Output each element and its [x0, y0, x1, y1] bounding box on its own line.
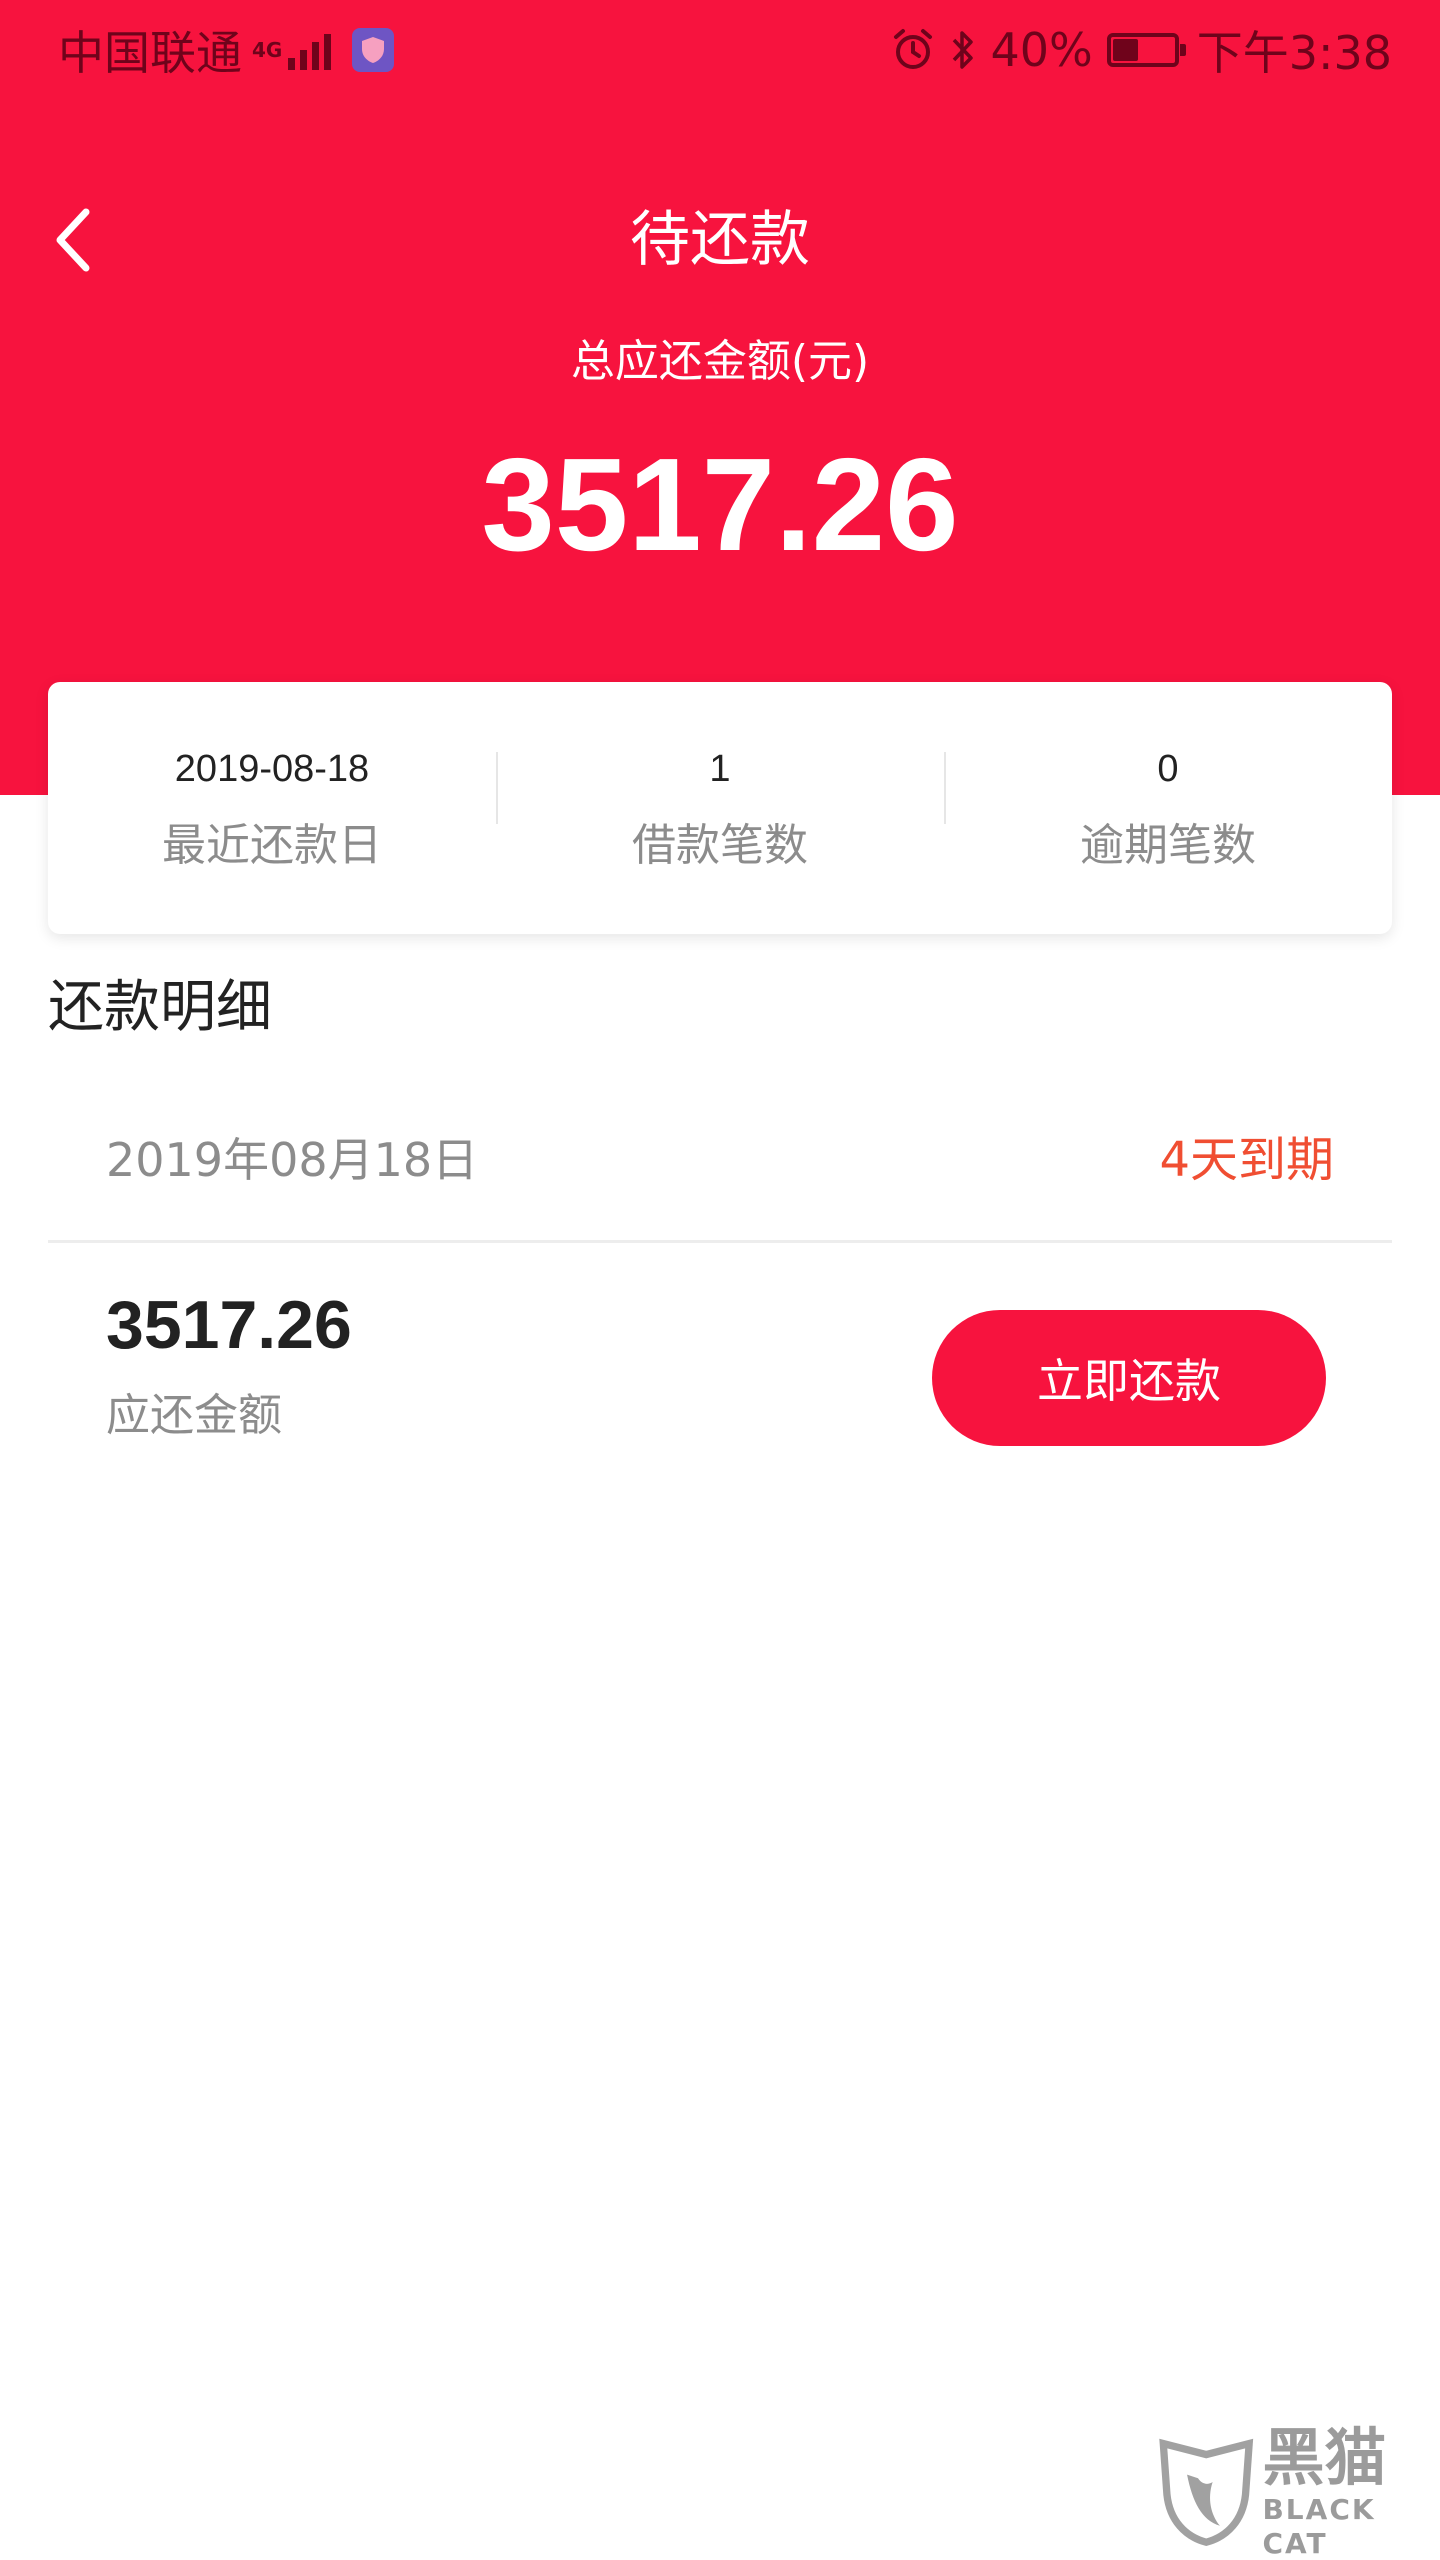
battery-percent: 40% [990, 23, 1093, 77]
header-background: 中国联通 4G 40% 下午3:38 待还款 总应还金额(元) 3517.26 [0, 0, 1440, 795]
carrier-name: 中国联通 [58, 26, 242, 80]
summary-value: 1 [709, 748, 731, 790]
summary-value: 0 [1157, 748, 1179, 790]
section-title: 还款明细 [48, 975, 272, 1040]
summary-label: 借款笔数 [632, 820, 808, 871]
network-type-label: 4G [252, 38, 283, 62]
watermark-text: 黑猫 BLACK CAT [1262, 2423, 1436, 2560]
summary-overdue-count: 0 逾期笔数 [944, 742, 1392, 874]
amount-due-value: 3517.26 [106, 1287, 352, 1363]
amount-due-label: 应还金额 [106, 1390, 282, 1441]
summary-latest-due-date: 2019-08-18 最近还款日 [48, 742, 496, 874]
bluetooth-icon [950, 27, 976, 73]
signal-icon [288, 30, 336, 70]
watermark-cn: 黑猫 [1262, 2421, 1387, 2494]
repayment-amount-row: 3517.26 应还金额 立即还款 [48, 1270, 1392, 1470]
status-bar-right: 40% 下午3:38 [890, 20, 1392, 80]
total-amount-label: 总应还金额(元) [570, 336, 870, 387]
watermark-en: BLACK CAT [1262, 2493, 1376, 2560]
summary-label: 最近还款日 [162, 820, 382, 871]
due-status: 4天到期 [1159, 1132, 1334, 1188]
repayment-date-row: 2019年08月18日 4天到期 [48, 1110, 1392, 1243]
clock-time: 下午3:38 [1196, 26, 1392, 80]
page: 中国联通 4G 40% 下午3:38 待还款 总应还金额(元) 3517.26 … [0, 0, 1440, 2560]
network-type: 4G [252, 40, 282, 60]
summary-value: 2019-08-18 [174, 748, 370, 790]
summary-loan-count: 1 借款笔数 [496, 742, 944, 874]
battery-level [1112, 39, 1139, 61]
chevron-left-icon [56, 208, 90, 272]
summary-label: 逾期笔数 [1080, 820, 1256, 871]
repay-now-button[interactable]: 立即还款 [932, 1310, 1326, 1446]
status-bar-left: 中国联通 4G [58, 20, 395, 80]
summary-card: 2019-08-18 最近还款日 1 借款笔数 0 逾期笔数 [48, 682, 1392, 934]
page-title: 待还款 [630, 205, 810, 275]
alarm-icon [890, 27, 936, 73]
total-amount-value: 3517.26 [481, 431, 959, 578]
watermark: 黑猫 BLACK CAT [1156, 2423, 1436, 2560]
black-cat-logo-icon [1159, 2438, 1254, 2547]
back-button[interactable] [38, 200, 108, 280]
battery-icon [1106, 33, 1186, 67]
repayment-date: 2019年08月18日 [106, 1133, 479, 1187]
security-app-icon [352, 28, 395, 72]
